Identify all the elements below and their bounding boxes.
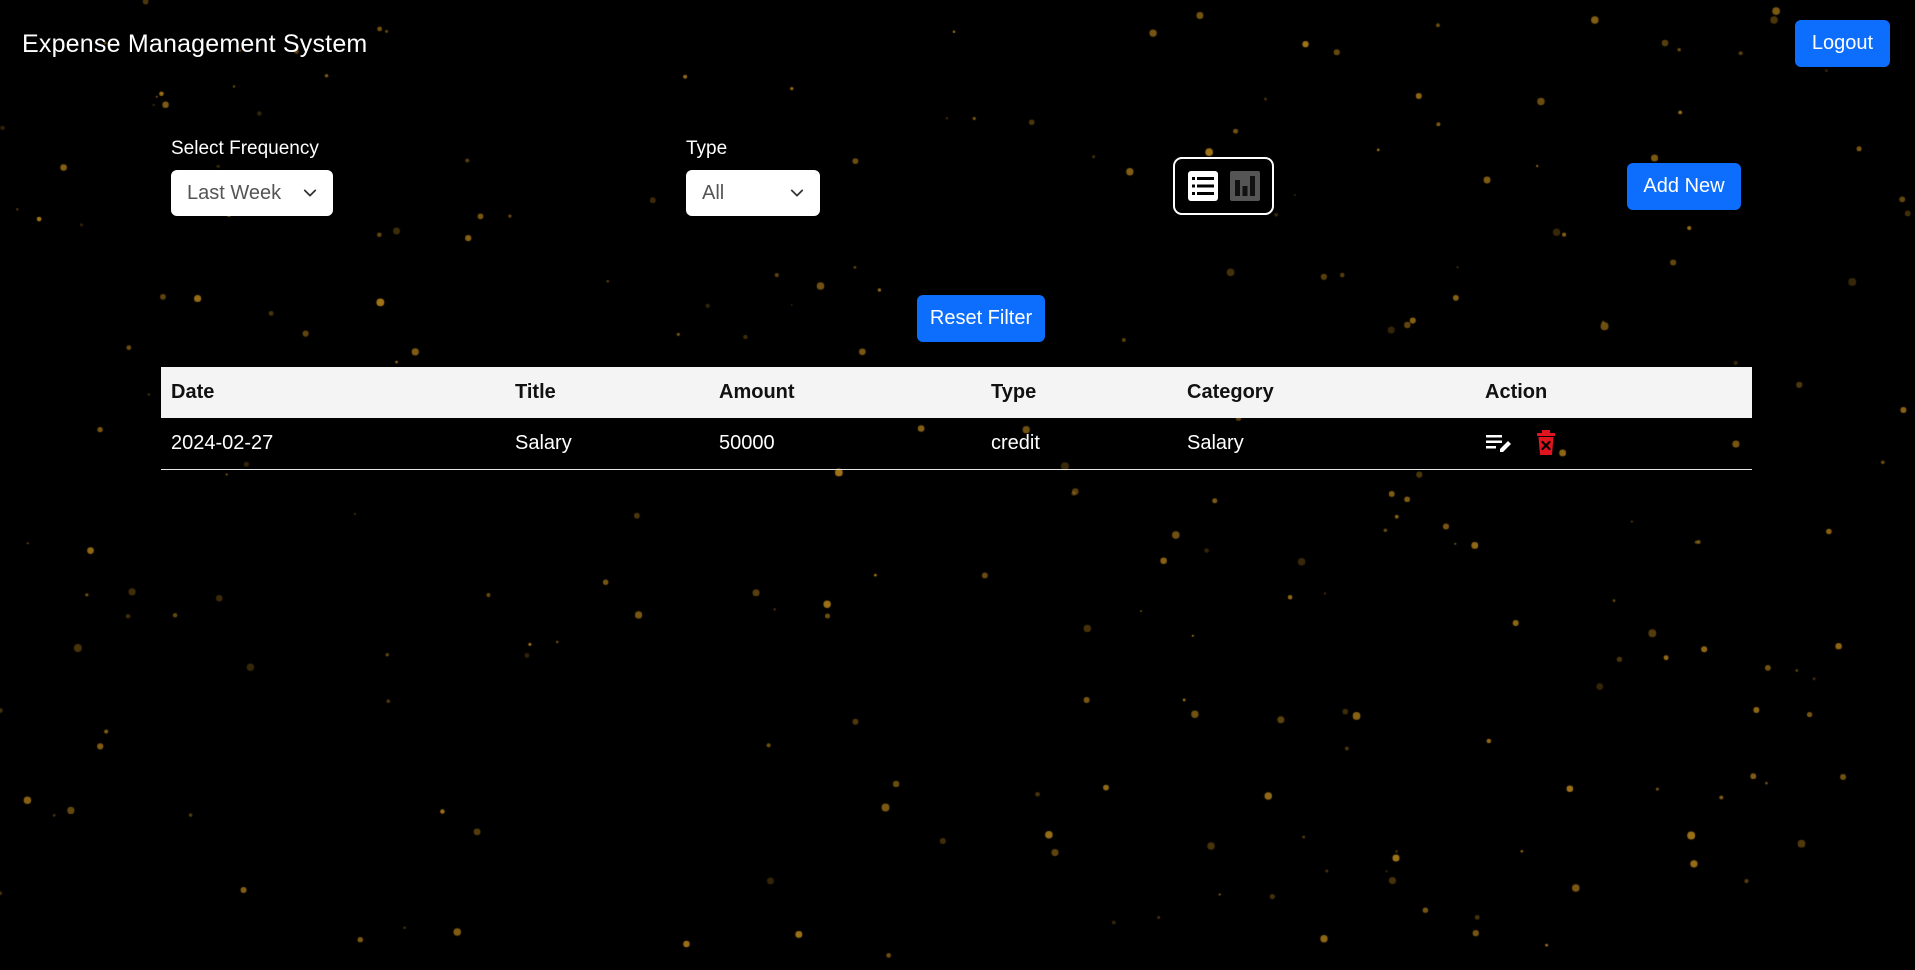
frequency-select[interactable]: Last Week [171,170,333,216]
header-action: Action [1485,381,1548,403]
header-category: Category [1187,381,1274,403]
delete-icon[interactable] [1535,429,1557,457]
type-label: Type [686,138,728,159]
list-icon[interactable] [1187,170,1219,202]
chevron-down-icon [790,189,804,197]
cell-date: 2024-02-27 [161,418,505,470]
header-date: Date [171,381,215,403]
filter-bar: Select Frequency Last Week Type All Add … [0,0,1915,360]
cell-category: Salary [1177,418,1475,470]
page: Expense Management System Logout Select … [0,0,1915,970]
edit-icon[interactable] [1485,430,1513,456]
header-amount: Amount [719,381,795,403]
cell-action [1475,418,1752,470]
frequency-label: Select Frequency [171,138,319,159]
cell-title: Salary [505,418,709,470]
row-actions [1485,429,1742,457]
table-row: 2024-02-27 Salary 50000 credit Salary [161,418,1752,470]
type-select-value: All [702,181,725,204]
header-type: Type [991,381,1037,403]
add-new-button[interactable]: Add New [1627,163,1741,210]
bar-chart-icon[interactable] [1229,170,1261,202]
type-select[interactable]: All [686,170,820,216]
header-title: Title [515,381,556,403]
cell-type: credit [981,418,1177,470]
table-header-row: Date Title Amount Type Category Action [161,367,1752,418]
transactions-table: Date Title Amount Type Category Action 2… [161,367,1752,470]
chevron-down-icon [303,189,317,197]
type-filter: Type All [686,138,820,216]
cell-amount: 50000 [709,418,981,470]
frequency-filter: Select Frequency Last Week [171,138,333,216]
view-toggle [1173,157,1274,215]
frequency-select-value: Last Week [187,181,282,204]
reset-filter-button[interactable]: Reset Filter [917,295,1045,342]
